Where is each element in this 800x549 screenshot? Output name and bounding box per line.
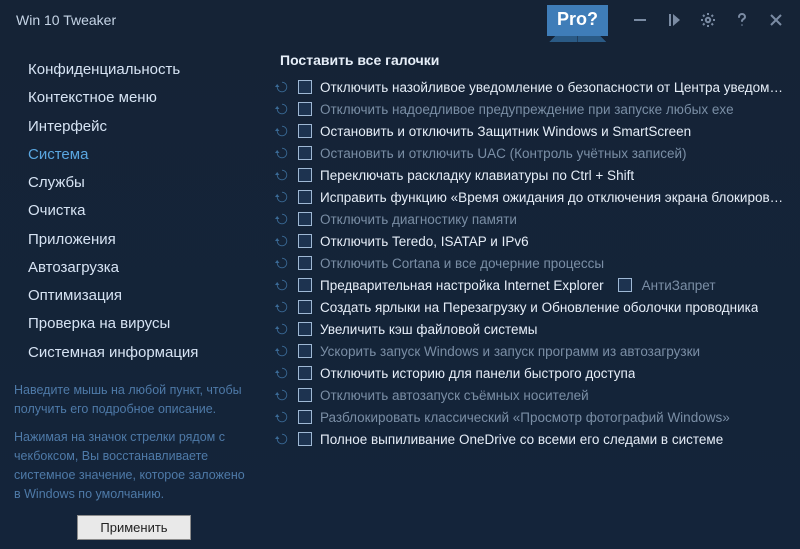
tweak-label: Полное выпиливание OneDrive со всеми его…: [320, 432, 723, 447]
reset-icon[interactable]: [274, 167, 290, 183]
tweak-row: Отключить надоедливое предупреждение при…: [272, 98, 792, 120]
reset-icon[interactable]: [274, 343, 290, 359]
main-panel: Поставить все галочки Отключить назойлив…: [268, 40, 800, 549]
tweak-checkbox[interactable]: [298, 322, 312, 336]
sidebar-item[interactable]: Очистка: [0, 197, 268, 225]
tweak-checkbox[interactable]: [298, 410, 312, 424]
tweak-label: Предварительная настройка Internet Explo…: [320, 278, 604, 293]
tweak-label: Отключить историю для панели быстрого до…: [320, 366, 635, 381]
minimize-button[interactable]: [626, 6, 654, 34]
tweak-label: Увеличить кэш файловой системы: [320, 322, 537, 337]
tweak-row: Остановить и отключить UAC (Контроль учё…: [272, 142, 792, 164]
tweak-row: Увеличить кэш файловой системы: [272, 318, 792, 340]
help-button[interactable]: [728, 6, 756, 34]
reset-icon[interactable]: [274, 145, 290, 161]
close-button[interactable]: [762, 6, 790, 34]
tweak-checkbox[interactable]: [298, 432, 312, 446]
tweak-checkbox[interactable]: [298, 256, 312, 270]
tweak-checkbox[interactable]: [298, 80, 312, 94]
tweak-checkbox[interactable]: [298, 278, 312, 292]
body: КонфиденциальностьКонтекстное менюИнтерф…: [0, 40, 800, 549]
sidebar-item[interactable]: Конфиденциальность: [0, 56, 268, 84]
reset-icon[interactable]: [274, 189, 290, 205]
reset-icon[interactable]: [274, 233, 290, 249]
tweak-row: Переключать раскладку клавиатуры по Ctrl…: [272, 164, 792, 186]
tweak-row: Создать ярлыки на Перезагрузку и Обновле…: [272, 296, 792, 318]
tweak-checkbox[interactable]: [298, 102, 312, 116]
tweak-checkbox[interactable]: [298, 388, 312, 402]
nav-list: КонфиденциальностьКонтекстное менюИнтерф…: [0, 52, 268, 371]
tweak-checkbox[interactable]: [298, 146, 312, 160]
sidebar-item[interactable]: Автозагрузка: [0, 254, 268, 282]
reset-icon[interactable]: [274, 79, 290, 95]
tweak-checkbox[interactable]: [298, 366, 312, 380]
tweak-row: Предварительная настройка Internet Explo…: [272, 274, 792, 296]
app-title: Win 10 Tweaker: [16, 12, 116, 28]
sidebar-item[interactable]: Приложения: [0, 226, 268, 254]
tweak-extra-label: АнтиЗапрет: [642, 278, 716, 293]
reset-icon[interactable]: [274, 277, 290, 293]
sidebar-item[interactable]: Службы: [0, 169, 268, 197]
tweak-row: Отключить историю для панели быстрого до…: [272, 362, 792, 384]
tweak-label: Отключить диагностику памяти: [320, 212, 517, 227]
tweak-label: Ускорить запуск Windows и запуск програм…: [320, 344, 700, 359]
reset-icon[interactable]: [274, 387, 290, 403]
tweak-row: Разблокировать классический «Просмотр фо…: [272, 406, 792, 428]
reset-icon[interactable]: [274, 211, 290, 227]
tweak-label: Отключить Teredo, ISATAP и IPv6: [320, 234, 529, 249]
tweak-checkbox[interactable]: [298, 234, 312, 248]
tweak-row: Отключить диагностику памяти: [272, 208, 792, 230]
reset-icon[interactable]: [274, 255, 290, 271]
tweak-label: Остановить и отключить UAC (Контроль учё…: [320, 146, 687, 161]
sidebar-item[interactable]: Интерфейс: [0, 113, 268, 141]
sidebar-item[interactable]: Системная информация: [0, 339, 268, 367]
tweak-row: Отключить автозапуск съёмных носителей: [272, 384, 792, 406]
tweak-label: Отключить автозапуск съёмных носителей: [320, 388, 589, 403]
tweak-row: Отключить Cortana и все дочерние процесс…: [272, 252, 792, 274]
tweak-checkbox[interactable]: [298, 344, 312, 358]
tweak-label: Переключать раскладку клавиатуры по Ctrl…: [320, 168, 634, 183]
tweak-label: Остановить и отключить Защитник Windows …: [320, 124, 691, 139]
sidebar: КонфиденциальностьКонтекстное менюИнтерф…: [0, 40, 268, 549]
settings-button[interactable]: [694, 6, 722, 34]
tweak-label: Отключить надоедливое предупреждение при…: [320, 102, 734, 117]
tweak-label: Создать ярлыки на Перезагрузку и Обновле…: [320, 300, 758, 315]
sidebar-hint-1: Наведите мышь на любой пункт, чтобы полу…: [0, 371, 268, 419]
tweak-row: Исправить функцию «Время ожидания до отк…: [272, 186, 792, 208]
play-icon[interactable]: [660, 6, 688, 34]
tweak-list: Отключить назойливое уведомление о безоп…: [272, 76, 792, 450]
tweak-row: Полное выпиливание OneDrive со всеми его…: [272, 428, 792, 450]
reset-icon[interactable]: [274, 409, 290, 425]
tweak-row: Остановить и отключить Защитник Windows …: [272, 120, 792, 142]
tweak-label: Отключить Cortana и все дочерние процесс…: [320, 256, 604, 271]
reset-icon[interactable]: [274, 101, 290, 117]
tweak-label: Отключить назойливое уведомление о безоп…: [320, 80, 788, 95]
reset-icon[interactable]: [274, 431, 290, 447]
pro-badge[interactable]: Pro?: [547, 5, 608, 36]
tweak-checkbox[interactable]: [298, 124, 312, 138]
tweak-row: Ускорить запуск Windows и запуск програм…: [272, 340, 792, 362]
sidebar-item[interactable]: Контекстное меню: [0, 84, 268, 112]
app-window: Win 10 Tweaker Pro? КонфиденциальностьКо…: [0, 0, 800, 549]
tweak-row: Отключить Teredo, ISATAP и IPv6: [272, 230, 792, 252]
sidebar-item[interactable]: Система: [0, 141, 268, 169]
tweak-label: Исправить функцию «Время ожидания до отк…: [320, 190, 788, 205]
apply-button[interactable]: Применить: [77, 515, 190, 540]
reset-icon[interactable]: [274, 365, 290, 381]
sidebar-item[interactable]: Оптимизация: [0, 282, 268, 310]
reset-icon[interactable]: [274, 321, 290, 337]
tweak-row: Отключить назойливое уведомление о безоп…: [272, 76, 792, 98]
tweak-checkbox[interactable]: [298, 212, 312, 226]
tweak-checkbox[interactable]: [298, 168, 312, 182]
check-all-link[interactable]: Поставить все галочки: [272, 52, 792, 76]
sidebar-hint-2: Нажимая на значок стрелки рядом с чекбок…: [0, 418, 268, 503]
tweak-label: Разблокировать классический «Просмотр фо…: [320, 410, 730, 425]
reset-icon[interactable]: [274, 299, 290, 315]
tweak-checkbox[interactable]: [298, 300, 312, 314]
reset-icon[interactable]: [274, 123, 290, 139]
tweak-extra-checkbox[interactable]: [618, 278, 632, 292]
tweak-checkbox[interactable]: [298, 190, 312, 204]
sidebar-item[interactable]: Проверка на вирусы: [0, 310, 268, 338]
titlebar: Win 10 Tweaker Pro?: [0, 0, 800, 40]
